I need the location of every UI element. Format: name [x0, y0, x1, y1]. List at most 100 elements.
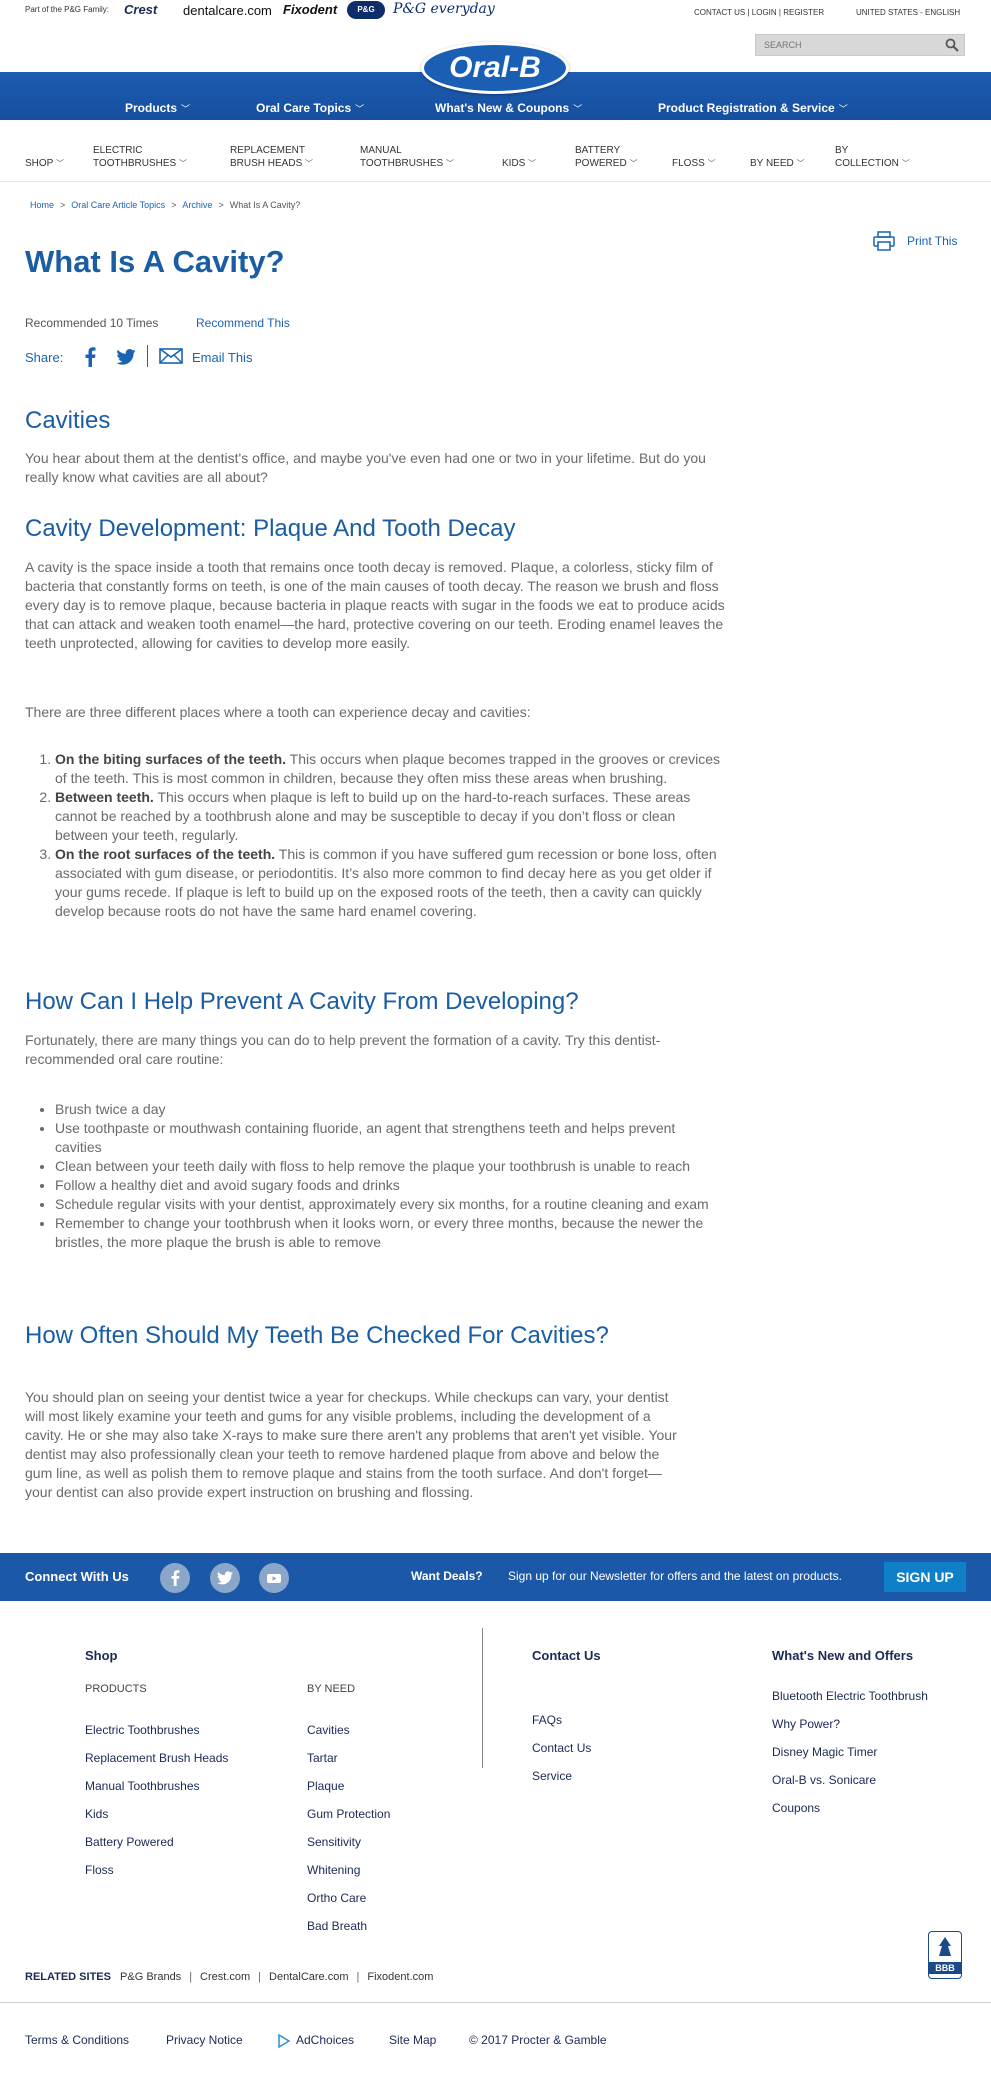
footer-link[interactable]: Why Power?: [772, 1717, 840, 1731]
list-item: Use toothpaste or mouthwash containing f…: [55, 1119, 725, 1157]
footer-link[interactable]: Bluetooth Electric Toothbrush: [772, 1689, 928, 1703]
cat-electric-toothbrushes[interactable]: ELECTRIC TOOTHBRUSHES ﹀: [93, 144, 187, 170]
nav-whats-new-coupons[interactable]: What's New & Coupons ﹀: [435, 101, 582, 115]
search-icon[interactable]: [945, 38, 959, 52]
section-heading-development: Cavity Development: Plaque And Tooth Dec…: [25, 515, 516, 542]
cat-by-need[interactable]: BY NEED ﹀: [750, 157, 805, 170]
footer-link[interactable]: Gum Protection: [307, 1807, 390, 1821]
pg-family-label: Part of the P&G Family:: [25, 5, 110, 14]
pg-shop-brand-link[interactable]: P&G Shop: [347, 1, 385, 32]
related-site-link[interactable]: DentalCare.com: [269, 1971, 348, 1983]
privacy-link[interactable]: Privacy Notice: [166, 2033, 243, 2047]
facebook-social-button[interactable]: [160, 1563, 190, 1593]
adchoices-link[interactable]: AdChoices: [296, 2033, 354, 2047]
account-links[interactable]: CONTACT US | LOGIN | REGISTER: [694, 8, 824, 17]
search-input[interactable]: [756, 35, 936, 55]
cat-replacement-brush-heads[interactable]: REPLACEMENT BRUSH HEADS ﹀: [230, 144, 313, 170]
related-site-link[interactable]: Fixodent.com: [367, 1971, 433, 1983]
cat-floss[interactable]: FLOSS ﹀: [672, 157, 716, 170]
related-site-link[interactable]: P&G Brands: [120, 1971, 181, 1983]
print-button[interactable]: Print This: [873, 231, 963, 255]
nav-product-registration[interactable]: Product Registration & Service ﹀: [658, 101, 848, 115]
nav-label: Oral Care Topics: [256, 101, 352, 115]
footer-link[interactable]: Bad Breath: [307, 1919, 367, 1933]
divider: [482, 1628, 483, 1768]
footer-link[interactable]: Kids: [85, 1807, 108, 1821]
connect-label: Connect With Us: [25, 1569, 129, 1584]
nav-products[interactable]: Products ﹀: [125, 101, 190, 115]
footer-link[interactable]: Contact Us: [532, 1741, 591, 1755]
list-item-bold: On the root surfaces of the teeth.: [55, 846, 276, 862]
connect-bar: Connect With Us Want Deals? Sign up for …: [0, 1553, 991, 1601]
want-deals-label: Want Deals?: [411, 1569, 483, 1583]
footer-link[interactable]: Manual Toothbrushes: [85, 1779, 200, 1793]
pg-everyday-brand-link[interactable]: P&G everyday: [393, 1, 495, 17]
footer-link[interactable]: Floss: [85, 1863, 114, 1877]
divider: [0, 2002, 991, 2003]
footer-link[interactable]: Battery Powered: [85, 1835, 174, 1849]
footer-link[interactable]: Replacement Brush Heads: [85, 1751, 228, 1765]
list-item: Schedule regular visits with your dentis…: [55, 1195, 725, 1214]
footer-link[interactable]: Whitening: [307, 1863, 360, 1877]
share-label: Share:: [25, 350, 64, 365]
cat-by-collection[interactable]: BY COLLECTION ﹀: [835, 144, 910, 170]
decay-places-list: On the biting surfaces of the teeth. Thi…: [25, 750, 725, 921]
related-site-link[interactable]: Crest.com: [200, 1971, 250, 1983]
footer-link[interactable]: Disney Magic Timer: [772, 1745, 877, 1759]
cat-label: BATTERY: [575, 145, 621, 156]
divider: [147, 345, 148, 367]
cat-manual-toothbrushes[interactable]: MANUAL TOOTHBRUSHES ﹀: [360, 144, 454, 170]
twitter-icon[interactable]: [116, 349, 136, 365]
terms-link[interactable]: Terms & Conditions: [25, 2033, 129, 2047]
facebook-icon[interactable]: [84, 347, 96, 367]
footer-link[interactable]: Plaque: [307, 1779, 344, 1793]
breadcrumb-oral-care-topics[interactable]: Oral Care Article Topics: [71, 200, 165, 210]
email-this-link[interactable]: Email This: [192, 350, 252, 365]
footer-shop-title: Shop: [85, 1648, 118, 1663]
nav-label: What's New & Coupons: [435, 101, 570, 115]
cat-kids[interactable]: KIDS ﹀: [502, 157, 536, 170]
cat-battery-powered[interactable]: BATTERY POWERED ﹀: [575, 144, 637, 170]
chevron-down-icon: ﹀: [528, 159, 537, 168]
youtube-icon: [267, 1574, 281, 1583]
section-heading-prevent: How Can I Help Prevent A Cavity From Dev…: [25, 988, 579, 1015]
bbb-label: BBB: [929, 1962, 961, 1974]
twitter-social-button[interactable]: [210, 1563, 240, 1593]
footer-link[interactable]: Oral-B vs. Sonicare: [772, 1773, 876, 1787]
footer-by-need-label: BY NEED: [307, 1683, 356, 1695]
breadcrumb-home[interactable]: Home: [30, 200, 54, 210]
list-item: Clean between your teeth daily with flos…: [55, 1157, 725, 1176]
footer-link[interactable]: Electric Toothbrushes: [85, 1723, 200, 1737]
breadcrumb-archive[interactable]: Archive: [182, 200, 212, 210]
footer-link[interactable]: Cavities: [307, 1723, 350, 1737]
chevron-down-icon: ﹀: [305, 159, 314, 168]
mail-icon[interactable]: [159, 348, 183, 364]
cat-label-2: TOOTHBRUSHES: [93, 158, 177, 169]
footer-link[interactable]: Coupons: [772, 1801, 820, 1815]
chevron-down-icon: ﹀: [55, 159, 64, 168]
checked-paragraph: You should plan on seeing your dentist t…: [25, 1389, 677, 1500]
site-map-link[interactable]: Site Map: [389, 2033, 436, 2047]
chevron-down-icon: ﹀: [629, 159, 638, 168]
fixodent-brand-link[interactable]: Fixodent: [283, 2, 337, 17]
footer-link[interactable]: Ortho Care: [307, 1891, 366, 1905]
divider: [0, 181, 991, 182]
nav-oral-care-topics[interactable]: Oral Care Topics ﹀: [256, 101, 364, 115]
dentalcare-brand-link[interactable]: dentalcare.com: [183, 3, 272, 18]
footer-link[interactable]: Tartar: [307, 1751, 338, 1765]
prevent-paragraph: Fortunately, there are many things you c…: [25, 1032, 661, 1067]
cat-shop[interactable]: SHOP ﹀: [25, 157, 64, 170]
list-item: Brush twice a day: [55, 1100, 725, 1119]
sign-up-button[interactable]: SIGN UP: [884, 1562, 966, 1592]
country-selector[interactable]: UNITED STATES - ENGLISH: [856, 8, 960, 17]
crest-brand-link[interactable]: Crest: [124, 2, 157, 17]
oral-b-logo[interactable]: Oral-B: [421, 42, 569, 94]
cat-label: KIDS: [502, 158, 526, 169]
footer-link[interactable]: Sensitivity: [307, 1835, 361, 1849]
footer-link[interactable]: Service: [532, 1769, 572, 1783]
footer-link[interactable]: FAQs: [532, 1713, 562, 1727]
footer-products-label: PRODUCTS: [85, 1683, 147, 1695]
bbb-badge[interactable]: BBB: [928, 1931, 962, 1979]
recommend-link[interactable]: Recommend This: [196, 316, 290, 330]
youtube-social-button[interactable]: [259, 1563, 289, 1593]
